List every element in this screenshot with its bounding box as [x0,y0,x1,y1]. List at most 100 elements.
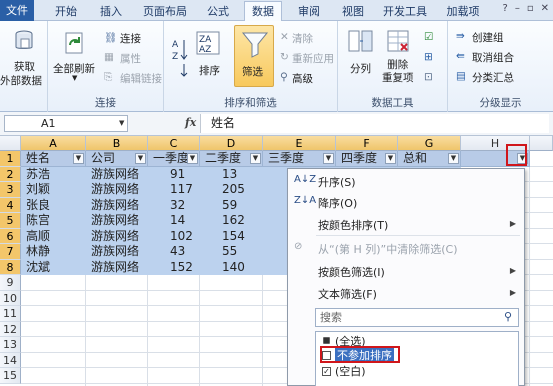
table-cell[interactable]: 苏浩 [21,167,86,183]
row-header-11[interactable]: 11 [0,306,21,322]
fx-icon[interactable]: fx [185,116,196,129]
table-cell[interactable]: 91 [148,167,200,183]
tab-8[interactable]: 开发工具 [378,2,432,21]
consolidate-icon[interactable]: ⊞ [424,51,433,63]
row-header-3[interactable]: 3 [0,182,21,198]
row-header-13[interactable]: 13 [0,337,21,353]
row-header-2[interactable]: 2 [0,166,21,182]
table-cell[interactable]: 32 [148,198,200,214]
restore-icon[interactable]: ▫ [527,3,534,18]
column-header-e[interactable]: E [263,136,336,151]
tab-2[interactable]: 插入 [93,2,129,21]
filter-value-list[interactable]: (全选) 不参加排序 ✓ (空白) [315,331,519,386]
table-cell[interactable]: 游族网络 [86,260,148,276]
filter-dropdown-icon[interactable]: ▼ [448,153,459,164]
filter-dropdown-icon[interactable]: ▼ [135,153,146,164]
menu-text-filter-label: 文本筛选(F) [318,288,377,301]
filter-dropdown-icon[interactable]: ▼ [250,153,261,164]
data-validation-icon[interactable]: ☑ [424,31,433,43]
connections-label: 连接 [120,33,141,45]
table-cell[interactable]: 张良 [21,198,86,214]
filter-dropdown-icon[interactable]: ▼ [187,153,198,164]
filter-dropdown-icon[interactable]: ▼ [323,153,334,164]
tab-1[interactable]: 开始 [48,2,84,21]
tab-0[interactable]: 文件 [0,0,34,21]
group-label: 创建组 [472,32,504,44]
tab-6[interactable]: 审阅 [291,2,327,21]
row-header-1[interactable]: 1 [0,151,21,167]
name-box[interactable]: A1 [4,115,128,132]
filter-button[interactable]: 筛选 [234,25,274,87]
select-all-corner[interactable] [0,136,21,151]
table-cell[interactable]: 游族网络 [86,198,148,214]
table-cell[interactable]: 102 [148,229,200,245]
get-external-label-1: 获取 [14,61,35,73]
row-header-5[interactable]: 5 [0,213,21,229]
row-header-4[interactable]: 4 [0,197,21,213]
table-cell[interactable]: 高顺 [21,229,86,245]
sort-dialog-icon: ZAAZ [196,31,220,55]
table-cell[interactable]: 游族网络 [86,182,148,198]
table-cell[interactable]: 55 [200,244,263,260]
table-cell[interactable]: 游族网络 [86,244,148,260]
row-header-12[interactable]: 12 [0,321,21,337]
table-cell[interactable]: 152 [148,260,200,276]
tab-3[interactable]: 页面布局 [138,2,192,21]
row-header-9[interactable]: 9 [0,275,21,291]
search-icon: ⚲ [504,310,513,323]
help-icon[interactable]: ? [503,3,508,18]
sort-desc-icon: Z↓A [294,195,317,206]
table-cell[interactable]: 刘颖 [21,182,86,198]
tab-5[interactable]: 数据 [244,1,282,22]
table-cell[interactable]: 162 [200,213,263,229]
tab-4[interactable]: 公式 [200,2,236,21]
filter-dropdown-icon[interactable]: ▼ [385,153,396,164]
menu-sort-color-label: 按颜色排序(T) [318,219,389,232]
table-cell[interactable]: 117 [148,182,200,198]
tab-7[interactable]: 视图 [335,2,371,21]
menu-sort-asc-label: 升序(S) [318,176,356,189]
table-cell[interactable]: 205 [200,182,263,198]
column-header-c[interactable]: C [148,136,200,151]
tab-9[interactable]: 加载项 [442,2,484,21]
table-cell[interactable]: 14 [148,213,200,229]
filter-search-input[interactable]: 搜索 [315,308,519,327]
table-cell[interactable]: 59 [200,198,263,214]
row-header-7[interactable]: 7 [0,244,21,260]
filter-dropdown-icon[interactable]: ▼ [73,153,84,164]
sort-label: 排序 [199,65,220,77]
svg-text:A: A [172,40,179,50]
column-header-g[interactable]: G [398,136,461,151]
table-cell[interactable]: 沈斌 [21,260,86,276]
column-header-b[interactable]: B [86,136,148,151]
table-cell[interactable]: 陈宫 [21,213,86,229]
what-if-icon[interactable]: ⊡ [424,71,433,83]
table-cell[interactable]: 游族网络 [86,167,148,183]
row-header-15[interactable]: 15 [0,368,21,384]
row-header-6[interactable]: 6 [0,228,21,244]
row-header-14[interactable]: 14 [0,352,21,368]
database-icon [15,30,33,49]
menu-clear-filter-label: 从“(第 H 列)”中清除筛选(C) [318,243,458,256]
row-header-10[interactable]: 10 [0,290,21,306]
split-label: 分列 [350,63,371,75]
table-cell[interactable]: 154 [200,229,263,245]
column-header-f[interactable]: F [336,136,398,151]
row-header-8[interactable]: 8 [0,259,21,275]
filter-label: 筛选 [242,66,263,78]
window-controls: ? – ▫ ✕ [503,3,549,18]
formula-input[interactable]: 姓名 [200,114,549,133]
group-get-external[interactable]: 获取 外部数据 [0,21,48,112]
table-cell[interactable]: 游族网络 [86,229,148,245]
column-header-d[interactable]: D [200,136,263,151]
chevron-down-icon[interactable]: ▼ [119,119,124,127]
table-cell[interactable]: 140 [200,260,263,276]
table-cell[interactable]: 林静 [21,244,86,260]
minimize-icon[interactable]: – [515,3,520,18]
highlight-box [506,144,527,166]
table-cell[interactable]: 13 [200,167,263,183]
table-cell[interactable]: 43 [148,244,200,260]
close-icon[interactable]: ✕ [541,3,549,18]
table-cell[interactable]: 游族网络 [86,213,148,229]
column-header-a[interactable]: A [21,136,86,151]
